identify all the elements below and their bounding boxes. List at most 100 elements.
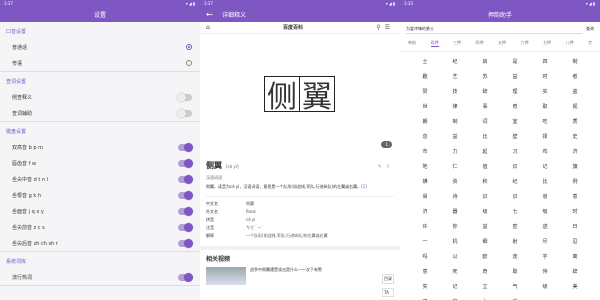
rhyme-char[interactable]: 吃 [530, 114, 560, 129]
toggle-switch[interactable] [178, 190, 193, 200]
rhyme-char[interactable]: 质 [560, 114, 590, 129]
edit-icon[interactable]: ✎ [378, 164, 386, 170]
rhyme-char[interactable]: 立 [470, 279, 500, 294]
rhyme-char[interactable]: 识 [500, 159, 530, 174]
rhyme-char[interactable]: 例 [560, 174, 590, 189]
toggle-switch[interactable] [178, 174, 193, 184]
rhyme-char[interactable]: 你 [440, 219, 470, 234]
rhyme-char[interactable]: 一 [410, 234, 440, 249]
rhyme-char[interactable]: 者 [560, 69, 590, 84]
ta-button[interactable]: TA [382, 288, 394, 297]
rhyme-char[interactable]: 制 [440, 114, 470, 129]
rhyme-char[interactable]: 器 [440, 204, 470, 219]
rhyme-char[interactable]: 气 [500, 279, 530, 294]
rhyme-char[interactable]: 比 [470, 129, 500, 144]
rhyme-char[interactable]: 室 [500, 114, 530, 129]
rhyme-char[interactable]: 忍 [560, 234, 590, 249]
rhyme-char[interactable]: 纪 [440, 54, 470, 69]
rhyme-tab[interactable]: 六押 [521, 40, 529, 47]
rhyme-char[interactable]: 值 [470, 159, 500, 174]
rhyme-char[interactable]: 起 [470, 144, 500, 159]
rhyme-char[interactable]: 道 [530, 189, 560, 204]
rhyme-char[interactable]: 细 [470, 234, 500, 249]
rhyme-char[interactable]: 辞 [470, 84, 500, 99]
share-icon[interactable]: ⇪ [386, 164, 394, 170]
rhyme-char[interactable]: 以 [440, 249, 470, 264]
toggle-switch[interactable] [178, 238, 193, 248]
rhyme-char[interactable]: 级 [470, 204, 500, 219]
setting-row[interactable]: 唇齿音 f w [0, 155, 200, 171]
setting-row[interactable]: 查词辅助 [0, 105, 200, 121]
setting-row[interactable]: 普通话 [0, 39, 200, 55]
rhyme-char[interactable]: 意 [410, 264, 440, 279]
rhyme-char[interactable]: 律 [440, 99, 470, 114]
rhyme-char[interactable]: 朗 [410, 114, 440, 129]
toc-button[interactable]: 目录 [382, 274, 394, 284]
rhyme-char[interactable]: 吗 [410, 249, 440, 264]
rhyme-tab[interactable]: 字 [588, 40, 592, 47]
rhyme-char[interactable]: 事 [470, 99, 500, 114]
rhyme-char[interactable]: 级 [530, 279, 560, 294]
rhyme-char[interactable]: 世 [410, 99, 440, 114]
rhyme-char[interactable]: 济 [560, 144, 590, 159]
rhyme-char[interactable]: 时 [560, 204, 590, 219]
rhyme-char[interactable]: 鸡 [530, 144, 560, 159]
rhyme-char[interactable]: 密 [500, 219, 530, 234]
radio-button[interactable] [186, 60, 192, 66]
rhyme-char[interactable]: 积 [470, 174, 500, 189]
toggle-switch[interactable] [178, 158, 193, 168]
toggle-switch[interactable] [178, 222, 193, 232]
rhyme-char[interactable]: 迹 [530, 219, 560, 234]
toggle-switch[interactable] [178, 206, 193, 216]
rhyme-char[interactable]: 侍 [530, 264, 560, 279]
rhyme-tab[interactable]: 八押 [566, 40, 574, 47]
rhyme-char[interactable]: 取 [530, 99, 560, 114]
rhyme-char[interactable]: 择 [530, 129, 560, 144]
rhyme-tab[interactable]: 三押 [453, 40, 461, 47]
rhyme-char[interactable]: 七 [500, 204, 530, 219]
rhyme-char[interactable]: 习 [500, 144, 530, 159]
rhyme-char[interactable]: 识 [470, 189, 500, 204]
toggle-switch[interactable] [178, 272, 193, 282]
rhyme-char[interactable]: 逸 [500, 249, 530, 264]
rhyme-char[interactable]: 词 [470, 114, 500, 129]
rhyme-tab[interactable]: 四押 [476, 40, 484, 47]
rhyme-char[interactable]: 纪 [500, 174, 530, 189]
rhyme-char[interactable]: 史 [560, 129, 590, 144]
setting-row[interactable]: 流行热词 [0, 269, 200, 285]
rhyme-char[interactable]: 易 [410, 189, 440, 204]
rhyme-tab[interactable]: 双押 [430, 40, 439, 47]
rhyme-char[interactable]: 资 [440, 174, 470, 189]
rhyme-char[interactable]: 视 [560, 99, 590, 114]
video-item[interactable]: 战争中侧翼遭受攻击是什么—一次下有警 [206, 267, 394, 285]
rhyme-char[interactable]: 机 [440, 234, 470, 249]
rhyme-char[interactable]: 字 [440, 294, 470, 300]
search-button[interactable]: 查询 [586, 26, 594, 32]
rhyme-char[interactable]: 趣 [410, 69, 440, 84]
rhyme-char[interactable]: 实 [530, 84, 560, 99]
rhyme-char[interactable]: 离 [560, 249, 590, 264]
rhyme-char[interactable]: 壁 [500, 129, 530, 144]
rhyme-char[interactable]: 记 [530, 159, 560, 174]
rhyme-char[interactable]: 启 [470, 54, 500, 69]
back-arrow-icon[interactable]: ← [206, 10, 213, 19]
menu-icon[interactable]: ☰ [385, 24, 394, 31]
toggle-switch[interactable] [178, 142, 193, 152]
rhyme-char[interactable]: 益 [470, 219, 500, 234]
rhyme-char[interactable]: 日 [560, 219, 590, 234]
rhyme-tab[interactable]: 五押 [498, 40, 506, 47]
rhyme-char[interactable]: 取 [500, 264, 530, 279]
toggle-switch[interactable] [177, 108, 192, 118]
rhyme-char[interactable]: 益 [440, 129, 470, 144]
rhyme-char[interactable]: 比 [530, 174, 560, 189]
setting-row[interactable]: 双高音 b p m [0, 139, 200, 155]
rhyme-char[interactable]: 记 [440, 279, 470, 294]
rhyme-char[interactable]: 辞 [560, 264, 590, 279]
rhyme-char[interactable]: 艺 [440, 69, 470, 84]
rhyme-char[interactable]: 欢 [410, 294, 440, 300]
rhyme-char[interactable]: 许 [410, 219, 440, 234]
rhyme-char[interactable]: 七 [470, 294, 500, 300]
rhyme-char[interactable]: 仁 [440, 159, 470, 174]
rhyme-char[interactable]: 士 [410, 54, 440, 69]
search-icon[interactable]: ⚲ [376, 24, 384, 31]
